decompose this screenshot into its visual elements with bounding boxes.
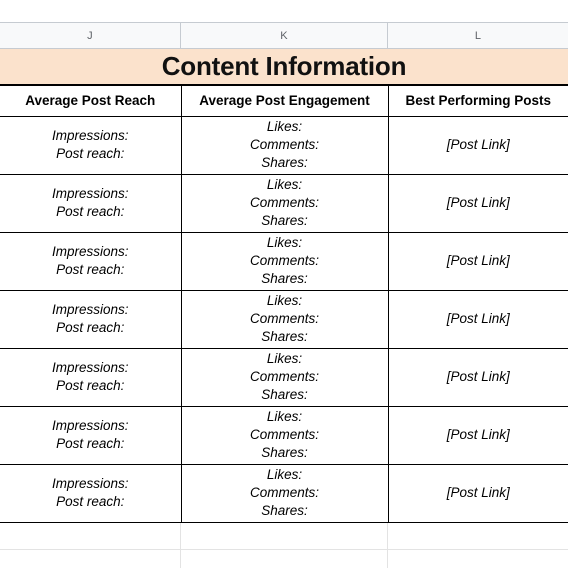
table-row: Impressions: Post reach: Likes: Comments: Sh…: [0, 406, 568, 465]
post-link-text: [Post Link]: [446, 194, 510, 210]
cell-average-post-reach-line: Impressions:: [51, 127, 129, 143]
table-row: Impressions: Post reach: Likes: Comments: Sh…: [0, 464, 568, 523]
cell-average-post-engagement-line: Likes:: [266, 350, 303, 366]
cell-average-post-engagement-line: Shares:: [261, 503, 308, 519]
cell-average-post-engagement-line: Likes:: [266, 118, 303, 134]
content-information-title-banner[interactable]: Content Information: [0, 49, 568, 86]
table-row: Impressions: Post reach: Likes: Comments: Sh…: [0, 348, 568, 407]
cell-average-post-reach[interactable]: Impressions: Post reach:: [0, 290, 182, 349]
cell-average-post-engagement-line: Comments:: [249, 426, 320, 442]
cell-average-post-engagement-line: Likes:: [266, 176, 303, 192]
empty-grid-row: [0, 522, 568, 550]
cell-average-post-engagement-line: Likes:: [266, 234, 303, 250]
table-row: Impressions: Post reach: Likes: Comments: Sh…: [0, 232, 568, 291]
cell-average-post-reach-line: Impressions:: [51, 417, 129, 433]
cell-best-performing-post[interactable]: [Post Link]: [388, 290, 568, 349]
cell-average-post-reach[interactable]: Impressions: Post reach:: [0, 348, 182, 407]
cell-average-post-reach-line: Impressions:: [51, 359, 129, 375]
cell-average-post-reach-line: Post reach:: [56, 146, 125, 161]
cell-average-post-engagement-line: Shares:: [261, 271, 308, 287]
content-information-table: Average Post Reach Average Post Engageme…: [0, 86, 568, 523]
cell-average-post-reach-line: Post reach:: [56, 436, 125, 451]
empty-grid-row: [0, 549, 568, 568]
column-header-best-performing-posts[interactable]: Best Performing Posts: [388, 86, 568, 117]
table-row: Impressions: Post reach: Likes: Comments: Sh…: [0, 116, 568, 175]
table-header-row: Average Post Reach Average Post Engageme…: [0, 86, 568, 117]
cell-average-post-reach-line: Impressions:: [51, 475, 129, 491]
cell-average-post-engagement-line: Shares:: [261, 329, 308, 345]
empty-grid-area: [0, 522, 568, 568]
cell-average-post-engagement[interactable]: Likes: Comments: Shares:: [181, 232, 389, 291]
post-link-text: [Post Link]: [446, 136, 510, 152]
cell-average-post-engagement-line: Comments:: [249, 136, 320, 152]
empty-grid-cell[interactable]: [0, 522, 181, 549]
cell-average-post-engagement[interactable]: Likes: Comments: Shares:: [181, 174, 389, 233]
page-title: Content Information: [161, 51, 407, 81]
cell-best-performing-post[interactable]: [Post Link]: [388, 464, 568, 523]
cell-average-post-reach-line: Impressions:: [51, 301, 129, 317]
cell-average-post-reach[interactable]: Impressions: Post reach:: [0, 174, 182, 233]
cell-average-post-reach-line: Impressions:: [51, 243, 129, 259]
cell-average-post-engagement-line: Comments:: [249, 310, 320, 326]
cell-average-post-engagement[interactable]: Likes: Comments: Shares:: [181, 290, 389, 349]
cell-average-post-engagement-line: Comments:: [249, 252, 320, 268]
cell-best-performing-post[interactable]: [Post Link]: [388, 232, 568, 291]
post-link-text: [Post Link]: [446, 310, 510, 326]
post-link-text: [Post Link]: [446, 368, 510, 384]
cell-average-post-reach-line: Post reach:: [56, 378, 125, 393]
table-row: Impressions: Post reach: Likes: Comments: Sh…: [0, 174, 568, 233]
post-link-text: [Post Link]: [446, 252, 510, 268]
cell-average-post-engagement[interactable]: Likes: Comments: Shares:: [181, 116, 389, 175]
cell-average-post-engagement[interactable]: Likes: Comments: Shares:: [181, 406, 389, 465]
table-row: Impressions: Post reach: Likes: Comments: Sh…: [0, 290, 568, 349]
post-link-text: [Post Link]: [446, 426, 510, 442]
cell-average-post-reach-line: Post reach:: [56, 262, 125, 277]
cell-average-post-reach[interactable]: Impressions: Post reach:: [0, 406, 182, 465]
column-header-average-post-engagement[interactable]: Average Post Engagement: [181, 86, 389, 117]
column-letter-header-bar: J K L: [0, 22, 568, 49]
cell-average-post-engagement-line: Comments:: [249, 194, 320, 210]
table-body: Impressions: Post reach: Likes: Comments: Sh…: [0, 116, 568, 523]
cell-average-post-engagement-line: Likes:: [266, 466, 303, 482]
spreadsheet-viewport: J K L Content Information Average Post R…: [0, 0, 568, 568]
cell-average-post-engagement-line: Shares:: [261, 213, 308, 229]
column-letter-l[interactable]: L: [388, 23, 568, 48]
cell-best-performing-post[interactable]: [Post Link]: [388, 406, 568, 465]
cell-average-post-engagement-line: Shares:: [261, 445, 308, 461]
cell-best-performing-post[interactable]: [Post Link]: [388, 174, 568, 233]
cell-average-post-engagement[interactable]: Likes: Comments: Shares:: [181, 348, 389, 407]
cell-average-post-engagement-line: Shares:: [261, 387, 308, 403]
cell-average-post-reach[interactable]: Impressions: Post reach:: [0, 116, 182, 175]
empty-grid-cell[interactable]: [181, 522, 388, 549]
cell-average-post-reach[interactable]: Impressions: Post reach:: [0, 232, 182, 291]
cell-average-post-reach-line: Impressions:: [51, 185, 129, 201]
cell-average-post-reach-line: Post reach:: [56, 320, 125, 335]
empty-grid-cell[interactable]: [388, 549, 568, 568]
cell-average-post-engagement-line: Likes:: [266, 292, 303, 308]
empty-grid-cell[interactable]: [388, 522, 568, 549]
cell-average-post-engagement-line: Likes:: [266, 408, 303, 424]
column-header-average-post-reach[interactable]: Average Post Reach: [0, 86, 182, 117]
cell-average-post-engagement-line: Shares:: [261, 155, 308, 171]
column-letter-k[interactable]: K: [181, 23, 388, 48]
cell-average-post-reach[interactable]: Impressions: Post reach:: [0, 464, 182, 523]
cell-best-performing-post[interactable]: [Post Link]: [388, 116, 568, 175]
top-blank-strip: [0, 0, 568, 22]
post-link-text: [Post Link]: [446, 484, 510, 500]
empty-grid-cell[interactable]: [181, 549, 388, 568]
cell-average-post-engagement[interactable]: Likes: Comments: Shares:: [181, 464, 389, 523]
empty-grid-cell[interactable]: [0, 549, 181, 568]
cell-average-post-engagement-line: Comments:: [249, 484, 320, 500]
cell-average-post-reach-line: Post reach:: [56, 204, 125, 219]
column-letter-j[interactable]: J: [0, 23, 181, 48]
cell-average-post-reach-line: Post reach:: [56, 494, 125, 509]
cell-average-post-engagement-line: Comments:: [249, 368, 320, 384]
cell-best-performing-post[interactable]: [Post Link]: [388, 348, 568, 407]
